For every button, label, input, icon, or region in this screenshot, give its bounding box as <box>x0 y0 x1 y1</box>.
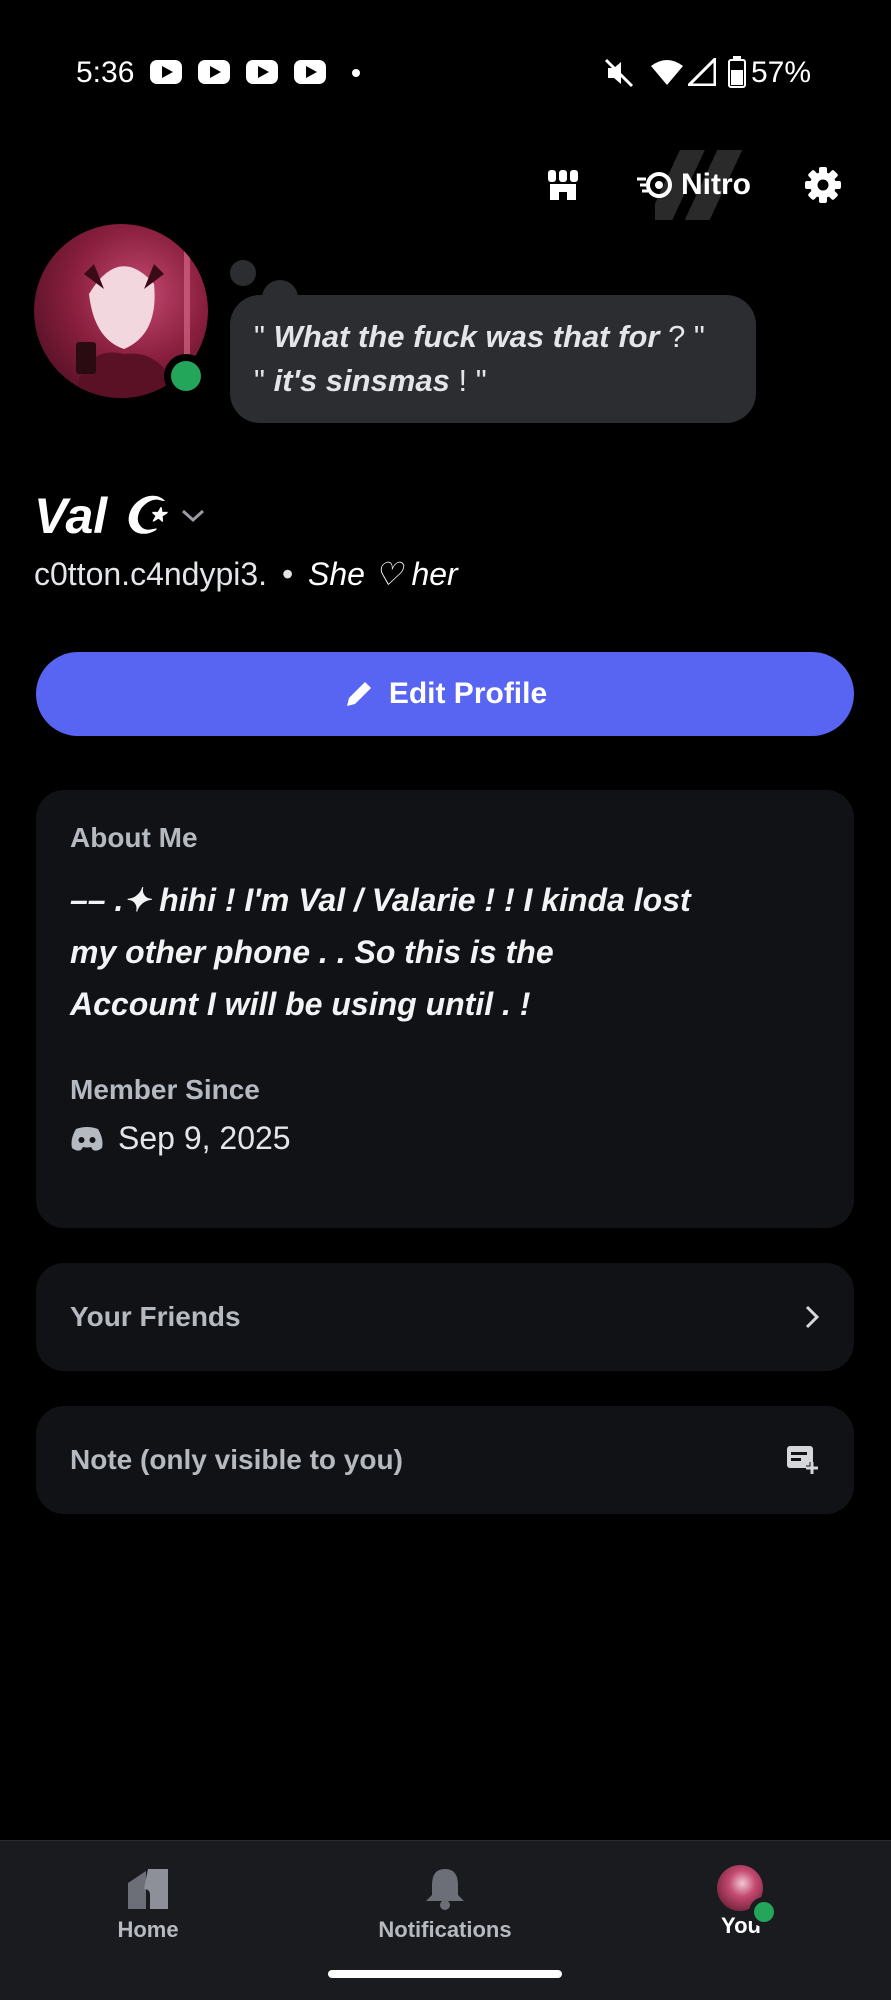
status-time: 5:36 <box>76 56 135 89</box>
add-note-icon[interactable] <box>786 1445 820 1475</box>
status-text: it's sinsmas <box>273 363 450 398</box>
youtube-icon <box>246 60 278 84</box>
username: c0tton.c4ndypi3. <box>34 556 268 592</box>
separator: • <box>281 556 294 592</box>
gesture-home-bar[interactable] <box>328 1970 562 1978</box>
note-label: Note (only visible to you) <box>70 1444 403 1475</box>
nitro-button[interactable]: Nitro <box>634 160 754 210</box>
bell-icon <box>426 1869 464 1910</box>
online-status-indicator <box>164 354 208 398</box>
about-me-card: About Me –– .✦ hihi ! I'm Val / Valarie … <box>36 790 854 1228</box>
home-icon <box>128 1869 168 1909</box>
status-quote: ! " <box>458 363 487 398</box>
status-quote: " <box>254 363 266 398</box>
battery-icon <box>728 56 746 88</box>
username-line: c0tton.c4ndypi3. • She ♡ her <box>34 555 458 593</box>
custom-status-bubble[interactable]: " What the fuck was that for ? " " it's … <box>230 295 756 423</box>
wifi-icon <box>651 60 683 85</box>
your-friends-label: Your Friends <box>70 1301 241 1332</box>
more-notifications-icon <box>352 69 360 77</box>
nav-home-label: Home <box>117 1917 179 1942</box>
member-since-date: Sep 9, 2025 <box>118 1120 291 1156</box>
nav-avatar <box>717 1865 779 1927</box>
about-me-bio: –– .✦ hihi ! I'm Val / Valarie ! ! I kin… <box>70 874 820 1030</box>
nav-you-label: You <box>721 1913 761 1938</box>
battery-percentage: 57% <box>750 56 811 89</box>
mute-icon <box>604 58 634 88</box>
status-quote: " <box>254 319 266 354</box>
pronouns: She ♡ her <box>308 556 458 592</box>
signal-icon <box>688 58 716 86</box>
nav-notifications-label: Notifications <box>378 1917 512 1942</box>
discord-icon <box>71 1126 103 1151</box>
status-quote: ? " <box>668 319 705 354</box>
status-line-2: " it's sinsmas ! " <box>254 359 732 403</box>
display-name: Val ☪ <box>34 488 166 544</box>
nitro-label: Nitro <box>681 168 751 201</box>
shop-button[interactable] <box>540 162 586 208</box>
online-status-indicator <box>749 1897 779 1927</box>
note-card[interactable]: Note (only visible to you) <box>36 1406 854 1514</box>
settings-button[interactable] <box>800 162 846 208</box>
youtube-icon <box>150 60 182 84</box>
nitro-icon <box>637 172 672 198</box>
bio-line: my other phone . . So this is the <box>70 934 554 970</box>
nav-you[interactable]: You <box>641 1865 841 1939</box>
status-line-1: " What the fuck was that for ? " <box>254 315 732 359</box>
nav-notifications[interactable]: Notifications <box>345 1865 545 1943</box>
youtube-icon <box>294 60 326 84</box>
your-friends-card[interactable]: Your Friends <box>36 1263 854 1371</box>
status-bar: 5:36 57% <box>0 48 891 98</box>
bio-line: –– .✦ hihi ! I'm Val / Valarie ! ! I kin… <box>70 882 691 918</box>
bio-line: Account I will be using until . ! <box>70 986 531 1022</box>
shop-icon <box>548 170 578 200</box>
member-since-row: Sep 9, 2025 <box>70 1120 820 1157</box>
pencil-icon <box>346 682 371 706</box>
thought-bubble-dot <box>230 260 256 286</box>
about-me-title: About Me <box>70 822 198 853</box>
edit-profile-button[interactable]: Edit Profile <box>36 652 854 736</box>
status-text: What the fuck was that for <box>273 319 660 354</box>
chevron-down-icon <box>181 509 204 523</box>
display-name-switcher[interactable]: Val ☪ <box>34 487 206 545</box>
edit-profile-label: Edit Profile <box>388 677 548 710</box>
youtube-icon <box>198 60 230 84</box>
member-since-title: Member Since <box>70 1074 260 1105</box>
gear-icon <box>805 167 841 203</box>
chevron-right-icon <box>805 1305 820 1329</box>
nav-home[interactable]: Home <box>48 1865 248 1943</box>
